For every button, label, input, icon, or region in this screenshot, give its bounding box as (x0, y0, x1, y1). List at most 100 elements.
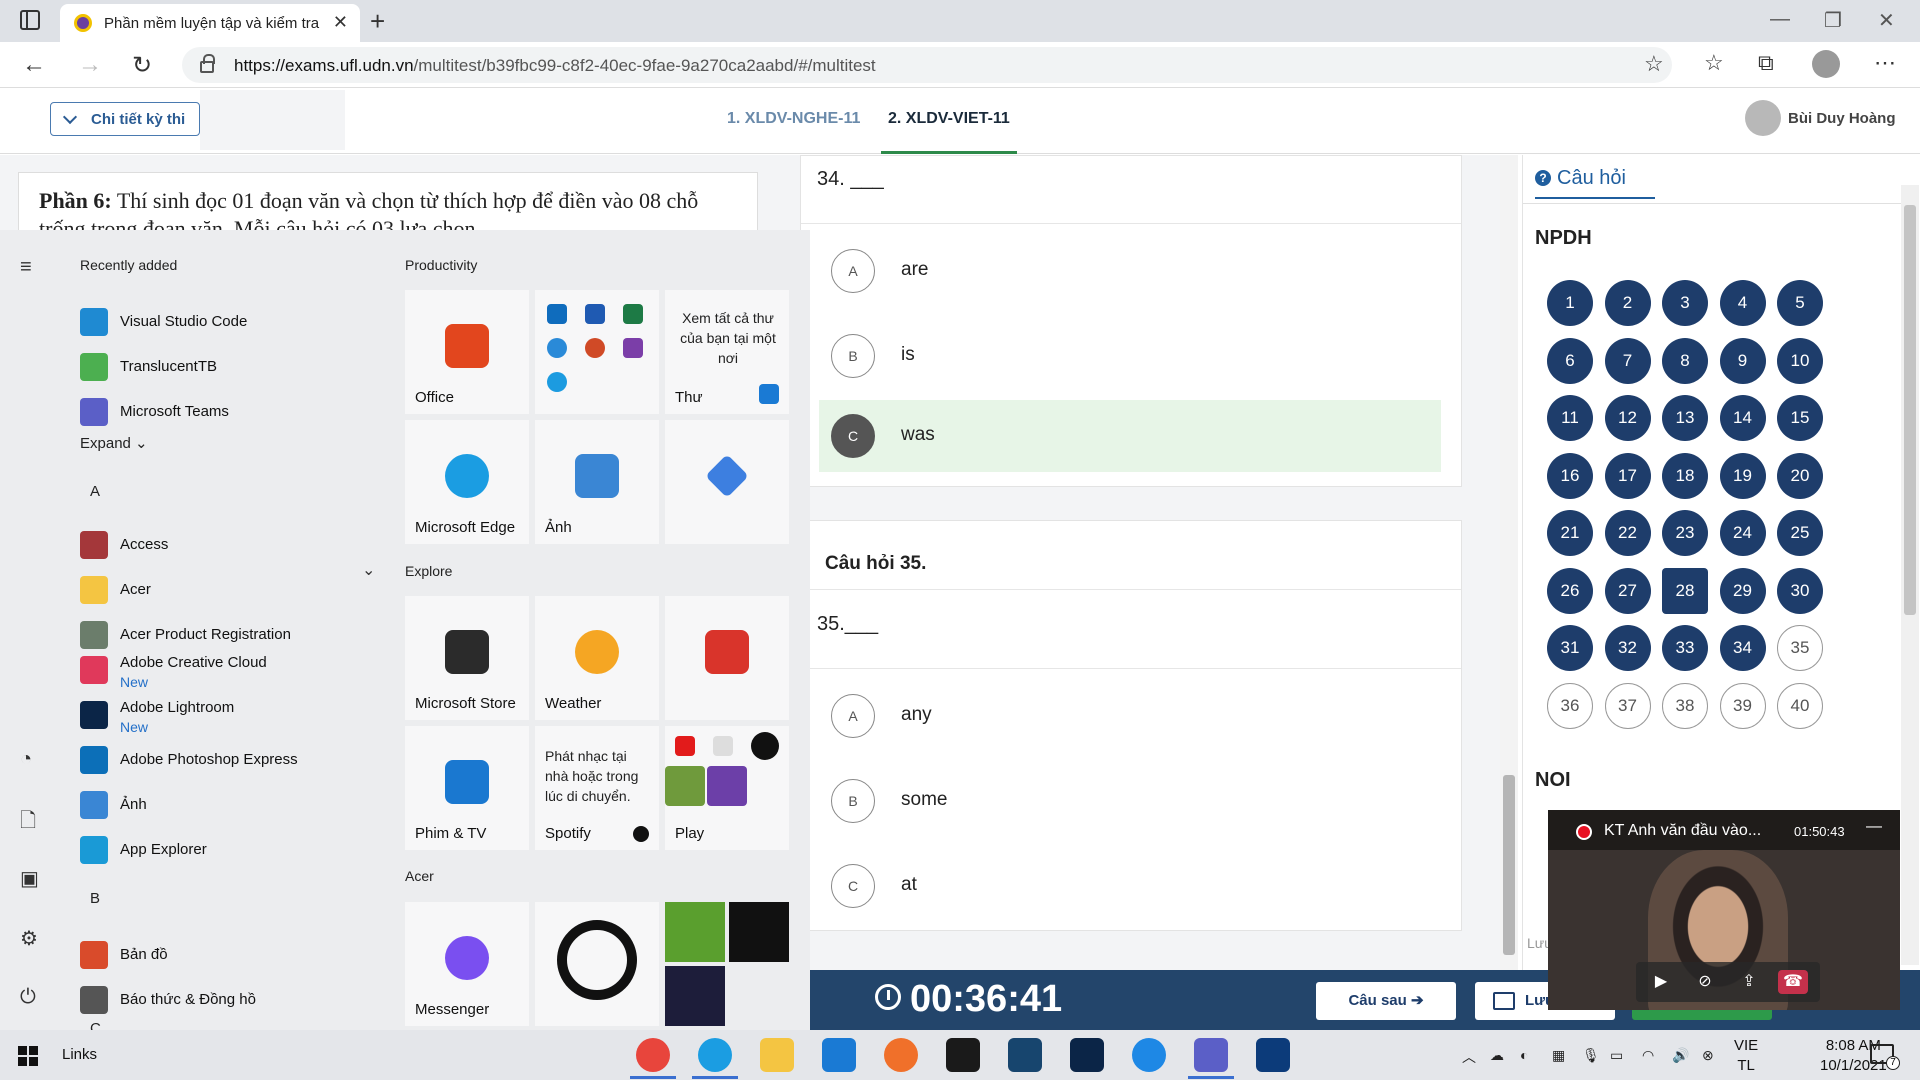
question-number-button[interactable]: 2 (1604, 280, 1651, 326)
question-number-button[interactable]: 39 (1719, 682, 1766, 729)
question-number-button[interactable]: 20 (1777, 452, 1823, 499)
hamburger-menu-icon[interactable]: ≡ (20, 256, 32, 279)
lightroom-taskbar-icon[interactable] (1070, 1038, 1104, 1072)
question-number-button[interactable]: 35 (1777, 625, 1823, 671)
links-toolbar[interactable]: Links (62, 1046, 97, 1063)
tile-edge[interactable]: Microsoft Edge (405, 420, 529, 544)
question-number-button[interactable]: 32 (1604, 625, 1651, 671)
app-list-item[interactable]: App Explorer (78, 832, 378, 868)
option-text[interactable]: is (901, 344, 915, 366)
question-number-button[interactable]: 14 (1719, 395, 1766, 441)
option-letter[interactable]: C (831, 864, 875, 908)
question-number-button[interactable]: 10 (1777, 337, 1823, 384)
option-letter[interactable]: A (831, 694, 875, 738)
app-list-item[interactable]: Ảnh (78, 787, 378, 823)
option-a[interactable]: A any (819, 680, 1441, 752)
favorites-icon[interactable]: ☆ (1704, 50, 1724, 76)
hang-up-icon[interactable]: ☎ (1778, 970, 1808, 994)
chevron-down-icon[interactable]: ⌄ (362, 560, 375, 580)
exam-detail-button[interactable]: Chi tiết kỳ thi (50, 102, 200, 136)
tile-acer-app-1[interactable] (665, 902, 725, 962)
new-tab-icon[interactable]: + (370, 6, 385, 37)
question-number-button[interactable]: 27 (1604, 567, 1651, 614)
minimize-icon[interactable]: — (1866, 818, 1882, 836)
option-text[interactable]: some (901, 789, 947, 811)
option-letter[interactable]: B (831, 779, 875, 823)
volume-icon[interactable]: 🔊 (1672, 1047, 1689, 1064)
question-number-button[interactable]: 15 (1777, 395, 1823, 441)
tile-messenger[interactable]: Messenger (405, 902, 529, 1026)
window-close-icon[interactable]: ✕ (1878, 8, 1895, 33)
tile-office[interactable]: Office (405, 290, 529, 414)
tile-acer-app-3[interactable] (665, 966, 725, 1026)
network-off-icon[interactable]: ⊗ (1702, 1047, 1714, 1064)
scrollbar-thumb[interactable] (1503, 775, 1515, 955)
question-number-button[interactable]: 13 (1662, 395, 1708, 441)
question-number-button[interactable]: 12 (1604, 395, 1651, 441)
maximize-icon[interactable]: ❐ (1824, 8, 1842, 33)
tile-acer-app-2[interactable] (729, 902, 789, 962)
user-account-icon[interactable]: ◔ (20, 748, 32, 771)
firefox-taskbar-icon[interactable] (884, 1038, 918, 1072)
question-number-button[interactable]: 23 (1662, 510, 1708, 556)
question-number-button[interactable]: 18 (1662, 452, 1708, 499)
power-icon[interactable]: ⏻ (20, 986, 36, 1009)
question-number-button[interactable]: 33 (1662, 625, 1708, 671)
option-b[interactable]: B some (819, 765, 1441, 837)
app-list-item[interactable]: Acer Product Registration (78, 617, 378, 653)
tile-spotify[interactable]: Phát nhạc tại nhà hoặc trong lúc di chuy… (535, 726, 659, 850)
expand-toggle[interactable]: Expand ⌄ (80, 434, 148, 452)
settings-menu-icon[interactable]: ⋯ (1874, 50, 1896, 76)
question-number-button[interactable]: 11 (1547, 395, 1593, 441)
teams-video-call[interactable]: KT Anh văn đầu vào... 01:50:43 — ▶ ⊘ ⇪ ☎ (1548, 810, 1900, 1010)
tab-close-icon[interactable]: ✕ (333, 12, 348, 33)
microphone-icon[interactable]: 🎙 (1582, 1047, 1600, 1064)
app-list-item[interactable]: Access (78, 527, 378, 563)
option-text[interactable]: any (901, 704, 932, 726)
letter-header-b[interactable]: B (90, 890, 100, 907)
tile-todo[interactable] (665, 420, 789, 544)
tile-weather[interactable]: Weather (535, 596, 659, 720)
minimize-icon[interactable]: — (1770, 8, 1790, 31)
question-number-button[interactable]: 40 (1777, 682, 1823, 729)
option-a[interactable]: A are (819, 235, 1441, 307)
option-text[interactable]: are (901, 259, 928, 281)
settings-gear-icon[interactable]: ⚙ (20, 926, 38, 951)
tab-section-2[interactable]: 2. XLDV-VIET-11 (888, 110, 1010, 128)
option-text[interactable]: at (901, 874, 917, 896)
camera-icon[interactable]: ▶ (1646, 970, 1676, 994)
question-number-button[interactable]: 34 (1719, 625, 1766, 671)
documents-icon[interactable]: 🗋 (20, 806, 36, 840)
question-number-button[interactable]: 24 (1719, 510, 1766, 556)
chrome-taskbar-icon[interactable] (636, 1038, 670, 1072)
onedrive-icon[interactable]: ☁ (1490, 1047, 1504, 1064)
pictures-icon[interactable]: ▣ (20, 866, 39, 891)
photoshop-taskbar-icon[interactable] (1256, 1038, 1290, 1072)
app-list-item[interactable]: TranslucentTB (78, 349, 378, 385)
input-language[interactable]: VIE TL (1734, 1036, 1758, 1076)
notification-center-icon[interactable]: 7 (1870, 1044, 1900, 1070)
app-list-item[interactable]: Bản đồ (78, 937, 378, 973)
question-number-button[interactable]: 7 (1604, 337, 1651, 384)
tile-game-app[interactable] (535, 902, 659, 1026)
question-number-button[interactable]: 3 (1662, 280, 1708, 326)
app-list-item[interactable]: Adobe Photoshop Express (78, 742, 378, 778)
question-number-button[interactable]: 16 (1547, 452, 1593, 499)
option-c-selected[interactable]: C was (819, 400, 1441, 472)
remote-taskbar-icon[interactable] (1008, 1038, 1042, 1072)
option-letter[interactable]: A (831, 249, 875, 293)
edge-taskbar-icon[interactable] (698, 1038, 732, 1072)
tile-photos[interactable]: Ảnh (535, 420, 659, 544)
question-number-button[interactable]: 8 (1662, 337, 1708, 384)
question-number-button[interactable]: 19 (1719, 452, 1766, 499)
add-favorite-icon[interactable]: ☆ (1644, 51, 1664, 77)
wifi-icon[interactable]: ◠ (1642, 1047, 1654, 1064)
question-number-button[interactable]: 1 (1547, 280, 1593, 326)
next-question-button[interactable]: Câu sau ➔ (1316, 982, 1456, 1020)
question-number-button[interactable]: 26 (1547, 567, 1593, 614)
letter-header-a[interactable]: A (90, 483, 100, 500)
back-icon[interactable]: ← (22, 51, 46, 79)
share-screen-icon[interactable]: ⇪ (1734, 970, 1764, 994)
question-number-button[interactable]: 6 (1547, 337, 1593, 384)
backup-icon[interactable]: ◐ (1520, 1047, 1528, 1063)
